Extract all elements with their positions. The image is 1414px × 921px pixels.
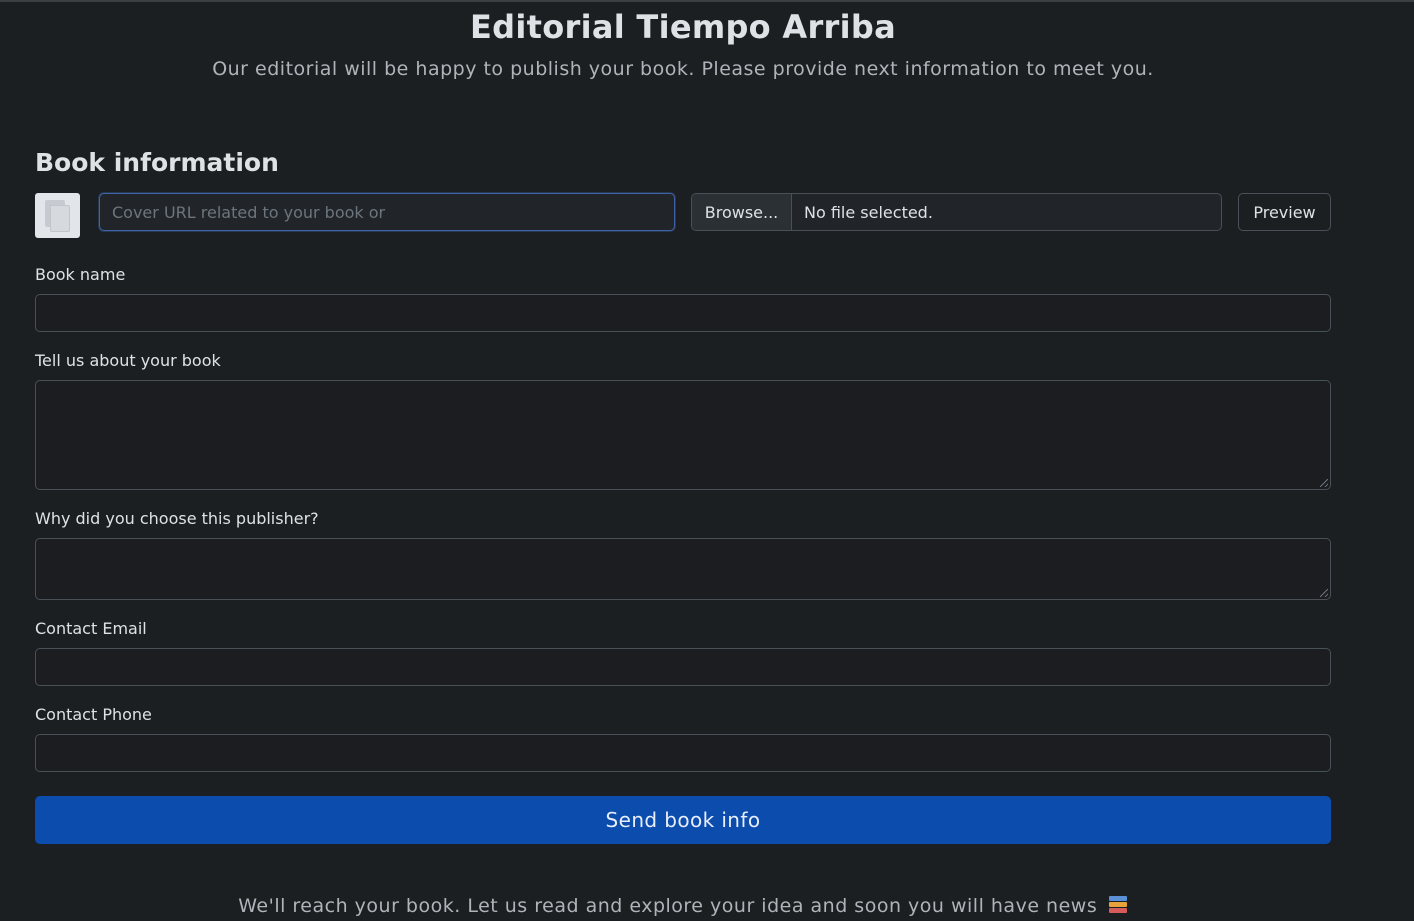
image-placeholder-icon — [35, 193, 80, 238]
books-icon — [1108, 895, 1128, 915]
why-publisher-textarea[interactable] — [35, 538, 1331, 600]
page-title: Editorial Tiempo Arriba — [469, 8, 897, 46]
top-border — [0, 0, 1414, 2]
contact-email-label: Contact Email — [35, 619, 147, 638]
page-subtitle: Our editorial will be happy to publish y… — [212, 58, 1154, 80]
contact-phone-input[interactable] — [35, 734, 1331, 772]
book-name-label: Book name — [35, 265, 126, 284]
file-status-text: No file selected. — [804, 202, 933, 222]
about-book-textarea[interactable] — [35, 380, 1331, 490]
about-book-label: Tell us about your book — [35, 351, 221, 370]
browse-button[interactable]: Browse... — [692, 194, 792, 230]
footer-message: We'll reach your book. Let us read and e… — [0, 895, 1366, 917]
cover-url-input[interactable] — [99, 193, 675, 231]
section-title: Book information — [35, 148, 279, 177]
book-name-input[interactable] — [35, 294, 1331, 332]
contact-email-input[interactable] — [35, 648, 1331, 686]
file-input[interactable]: Browse... No file selected. — [691, 193, 1222, 231]
footer-text: We'll reach your book. Let us read and e… — [238, 895, 1098, 917]
contact-phone-label: Contact Phone — [35, 705, 152, 724]
preview-button[interactable]: Preview — [1238, 193, 1331, 231]
send-book-info-button[interactable]: Send book info — [35, 796, 1331, 844]
why-publisher-label: Why did you choose this publisher? — [35, 509, 319, 528]
